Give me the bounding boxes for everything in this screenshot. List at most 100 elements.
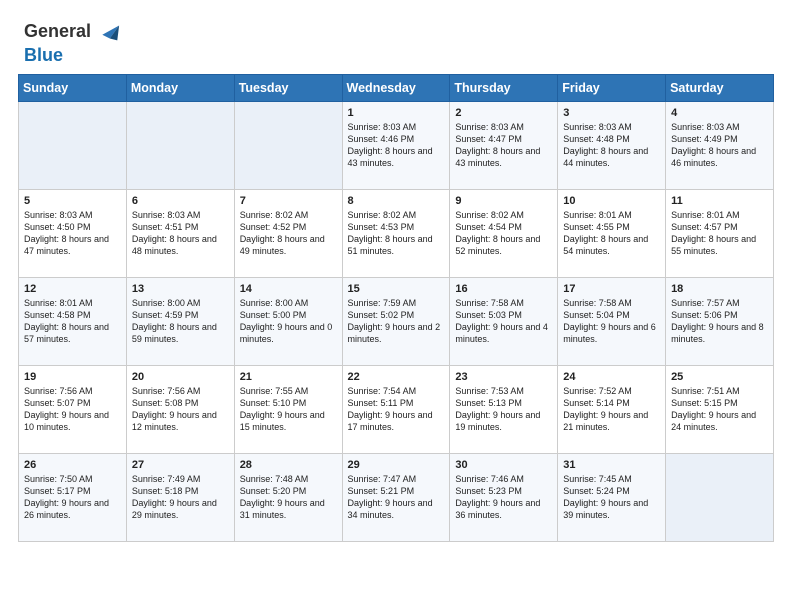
day-number: 26	[24, 459, 121, 471]
calendar-cell: 10 Sunrise: 8:01 AM Sunset: 4:55 PM Dayli…	[558, 190, 666, 278]
calendar-cell: 5 Sunrise: 8:03 AM Sunset: 4:50 PM Daylig…	[19, 190, 127, 278]
calendar-cell: 9 Sunrise: 8:02 AM Sunset: 4:54 PM Daylig…	[450, 190, 558, 278]
calendar-week-2: 5 Sunrise: 8:03 AM Sunset: 4:50 PM Daylig…	[19, 190, 774, 278]
day-info: Sunrise: 7:52 AM Sunset: 5:14 PM Dayligh…	[563, 385, 660, 434]
day-info: Sunrise: 8:02 AM Sunset: 4:54 PM Dayligh…	[455, 209, 552, 258]
calendar-cell: 29 Sunrise: 7:47 AM Sunset: 5:21 PM Dayli…	[342, 454, 450, 542]
day-number: 9	[455, 195, 552, 207]
day-info: Sunrise: 8:03 AM Sunset: 4:49 PM Dayligh…	[671, 121, 768, 170]
calendar-header: SundayMondayTuesdayWednesdayThursdayFrid…	[19, 75, 774, 102]
day-info: Sunrise: 7:51 AM Sunset: 5:15 PM Dayligh…	[671, 385, 768, 434]
calendar-cell: 6Sunrise: 8:03 AM Sunset: 4:51 PM Daylig…	[126, 190, 234, 278]
calendar: SundayMondayTuesdayWednesdayThursdayFrid…	[0, 74, 792, 612]
day-info: Sunrise: 7:47 AM Sunset: 5:21 PM Dayligh…	[348, 473, 445, 522]
day-number: 20	[132, 371, 229, 383]
day-number: 18	[671, 283, 768, 295]
day-info: Sunrise: 8:03 AM Sunset: 4:46 PM Dayligh…	[348, 121, 445, 170]
day-info: Sunrise: 7:55 AM Sunset: 5:10 PM Dayligh…	[240, 385, 337, 434]
day-info: Sunrise: 7:59 AM Sunset: 5:02 PM Dayligh…	[348, 297, 445, 346]
calendar-cell: 4 Sunrise: 8:03 AM Sunset: 4:49 PM Daylig…	[666, 102, 774, 190]
day-number: 31	[563, 459, 660, 471]
calendar-cell: 19Sunrise: 7:56 AM Sunset: 5:07 PM Dayli…	[19, 366, 127, 454]
calendar-cell: 8 Sunrise: 8:02 AM Sunset: 4:53 PM Daylig…	[342, 190, 450, 278]
calendar-cell: 14Sunrise: 8:00 AM Sunset: 5:00 PM Dayli…	[234, 278, 342, 366]
day-number: 8	[348, 195, 445, 207]
day-number: 24	[563, 371, 660, 383]
day-info: Sunrise: 8:01 AM Sunset: 4:58 PM Dayligh…	[24, 297, 121, 346]
weekday-header-wednesday: Wednesday	[342, 75, 450, 102]
header: General Blue	[0, 0, 792, 74]
logo-bird-icon	[93, 18, 121, 46]
calendar-cell	[234, 102, 342, 190]
day-number: 23	[455, 371, 552, 383]
calendar-cell: 2Sunrise: 8:03 AM Sunset: 4:47 PM Daylig…	[450, 102, 558, 190]
day-number: 25	[671, 371, 768, 383]
calendar-cell: 16 Sunrise: 7:58 AM Sunset: 5:03 PM Dayli…	[450, 278, 558, 366]
calendar-cell: 30 Sunrise: 7:46 AM Sunset: 5:23 PM Dayli…	[450, 454, 558, 542]
day-number: 21	[240, 371, 337, 383]
calendar-cell: 31Sunrise: 7:45 AM Sunset: 5:24 PM Dayli…	[558, 454, 666, 542]
day-info: Sunrise: 8:01 AM Sunset: 4:57 PM Dayligh…	[671, 209, 768, 258]
calendar-cell: 17 Sunrise: 7:58 AM Sunset: 5:04 PM Dayli…	[558, 278, 666, 366]
day-number: 15	[348, 283, 445, 295]
calendar-body: 1 Sunrise: 8:03 AM Sunset: 4:46 PM Daylig…	[19, 102, 774, 542]
day-info: Sunrise: 7:49 AM Sunset: 5:18 PM Dayligh…	[132, 473, 229, 522]
calendar-cell	[126, 102, 234, 190]
day-info: Sunrise: 7:58 AM Sunset: 5:03 PM Dayligh…	[455, 297, 552, 346]
calendar-week-1: 1 Sunrise: 8:03 AM Sunset: 4:46 PM Daylig…	[19, 102, 774, 190]
day-number: 17	[563, 283, 660, 295]
day-info: Sunrise: 7:53 AM Sunset: 5:13 PM Dayligh…	[455, 385, 552, 434]
day-number: 16	[455, 283, 552, 295]
calendar-cell: 28Sunrise: 7:48 AM Sunset: 5:20 PM Dayli…	[234, 454, 342, 542]
calendar-cell: 25 Sunrise: 7:51 AM Sunset: 5:15 PM Dayli…	[666, 366, 774, 454]
weekday-header-friday: Friday	[558, 75, 666, 102]
page: General Blue SundayMondayTuesdayWednesda…	[0, 0, 792, 612]
calendar-cell: 12Sunrise: 8:01 AM Sunset: 4:58 PM Dayli…	[19, 278, 127, 366]
calendar-cell: 13 Sunrise: 8:00 AM Sunset: 4:59 PM Dayli…	[126, 278, 234, 366]
calendar-cell: 18 Sunrise: 7:57 AM Sunset: 5:06 PM Dayli…	[666, 278, 774, 366]
day-number: 10	[563, 195, 660, 207]
calendar-table: SundayMondayTuesdayWednesdayThursdayFrid…	[18, 74, 774, 542]
calendar-cell: 22Sunrise: 7:54 AM Sunset: 5:11 PM Dayli…	[342, 366, 450, 454]
day-number: 5	[24, 195, 121, 207]
day-info: Sunrise: 7:56 AM Sunset: 5:08 PM Dayligh…	[132, 385, 229, 434]
calendar-cell: 7 Sunrise: 8:02 AM Sunset: 4:52 PM Daylig…	[234, 190, 342, 278]
day-info: Sunrise: 8:03 AM Sunset: 4:48 PM Dayligh…	[563, 121, 660, 170]
logo-blue: Blue	[24, 45, 63, 65]
weekday-header-monday: Monday	[126, 75, 234, 102]
day-info: Sunrise: 8:03 AM Sunset: 4:50 PM Dayligh…	[24, 209, 121, 258]
calendar-cell: 20 Sunrise: 7:56 AM Sunset: 5:08 PM Dayli…	[126, 366, 234, 454]
weekday-header-tuesday: Tuesday	[234, 75, 342, 102]
day-info: Sunrise: 8:01 AM Sunset: 4:55 PM Dayligh…	[563, 209, 660, 258]
day-number: 27	[132, 459, 229, 471]
calendar-cell: 27 Sunrise: 7:49 AM Sunset: 5:18 PM Dayli…	[126, 454, 234, 542]
logo: General Blue	[24, 18, 121, 66]
day-info: Sunrise: 7:58 AM Sunset: 5:04 PM Dayligh…	[563, 297, 660, 346]
calendar-cell: 1 Sunrise: 8:03 AM Sunset: 4:46 PM Daylig…	[342, 102, 450, 190]
day-number: 2	[455, 107, 552, 119]
day-info: Sunrise: 8:00 AM Sunset: 4:59 PM Dayligh…	[132, 297, 229, 346]
day-number: 29	[348, 459, 445, 471]
day-number: 3	[563, 107, 660, 119]
day-number: 4	[671, 107, 768, 119]
day-info: Sunrise: 8:02 AM Sunset: 4:53 PM Dayligh…	[348, 209, 445, 258]
day-number: 13	[132, 283, 229, 295]
day-number: 28	[240, 459, 337, 471]
calendar-cell: 23 Sunrise: 7:53 AM Sunset: 5:13 PM Dayli…	[450, 366, 558, 454]
calendar-cell: 26Sunrise: 7:50 AM Sunset: 5:17 PM Dayli…	[19, 454, 127, 542]
weekday-header-saturday: Saturday	[666, 75, 774, 102]
calendar-week-4: 19Sunrise: 7:56 AM Sunset: 5:07 PM Dayli…	[19, 366, 774, 454]
day-info: Sunrise: 7:56 AM Sunset: 5:07 PM Dayligh…	[24, 385, 121, 434]
day-info: Sunrise: 8:02 AM Sunset: 4:52 PM Dayligh…	[240, 209, 337, 258]
day-number: 1	[348, 107, 445, 119]
day-info: Sunrise: 7:46 AM Sunset: 5:23 PM Dayligh…	[455, 473, 552, 522]
day-info: Sunrise: 7:57 AM Sunset: 5:06 PM Dayligh…	[671, 297, 768, 346]
weekday-header-thursday: Thursday	[450, 75, 558, 102]
day-number: 30	[455, 459, 552, 471]
day-number: 11	[671, 195, 768, 207]
calendar-week-5: 26Sunrise: 7:50 AM Sunset: 5:17 PM Dayli…	[19, 454, 774, 542]
day-number: 7	[240, 195, 337, 207]
calendar-cell	[666, 454, 774, 542]
calendar-cell: 11 Sunrise: 8:01 AM Sunset: 4:57 PM Dayli…	[666, 190, 774, 278]
calendar-cell: 3 Sunrise: 8:03 AM Sunset: 4:48 PM Daylig…	[558, 102, 666, 190]
